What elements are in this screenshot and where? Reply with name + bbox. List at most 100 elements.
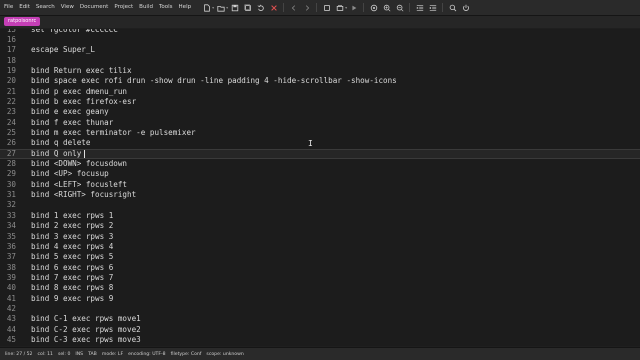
line-text[interactable]: bind Return exec tilix: [31, 66, 132, 76]
menu-view[interactable]: View: [58, 0, 77, 15]
zoom-out-icon[interactable]: [395, 3, 404, 12]
code-line[interactable]: 22 bind b exec firefox-esr: [0, 97, 640, 107]
save-icon[interactable]: [230, 3, 239, 12]
line-text[interactable]: bind f exec thunar: [31, 118, 113, 128]
menu-project[interactable]: Project: [111, 0, 136, 15]
code-line[interactable]: 44 bind C-2 exec rpws move2: [0, 325, 640, 335]
code-line[interactable]: 26 bind q delete: [0, 138, 640, 148]
save-all-icon[interactable]: [243, 3, 252, 12]
menu-file[interactable]: File: [0, 0, 16, 15]
line-text[interactable]: bind <RIGHT> focusright: [31, 190, 136, 200]
line-number: 24: [6, 117, 16, 127]
quit-icon[interactable]: [461, 3, 470, 12]
line-text[interactable]: bind space exec rofi drun -show drun -li…: [31, 76, 397, 86]
code-line[interactable]: 16: [0, 35, 640, 45]
code-line[interactable]: 29 bind <UP> focusup: [0, 169, 640, 179]
document-tab[interactable]: ratpoisonrc: [4, 17, 41, 26]
back-icon[interactable]: [289, 3, 298, 12]
line-text[interactable]: bind 7 exec rpws 7: [31, 273, 113, 283]
line-text[interactable]: bind 2 exec rpws 2: [31, 221, 113, 231]
compile-icon[interactable]: [322, 3, 331, 12]
open-file-icon[interactable]: [216, 3, 225, 12]
line-text[interactable]: bind <DOWN> focusdown: [31, 159, 127, 169]
line-text[interactable]: bind <UP> focusup: [31, 169, 109, 179]
code-line[interactable]: 33 bind 1 exec rpws 1: [0, 211, 640, 221]
code-line[interactable]: 36 bind 4 exec rpws 4: [0, 242, 640, 252]
code-line[interactable]: 45 bind C-3 exec rpws move3: [0, 335, 640, 345]
build-dropdown-icon[interactable]: ▾: [345, 5, 347, 10]
document-tab-bar: ratpoisonrc: [0, 16, 640, 28]
line-number: 39: [6, 272, 16, 282]
code-line[interactable]: 32: [0, 200, 640, 210]
search-icon[interactable]: [448, 3, 457, 12]
code-line[interactable]: 39 bind 7 exec rpws 7: [0, 273, 640, 283]
line-text[interactable]: bind e exec geany: [31, 107, 109, 117]
line-text[interactable]: bind m exec terminator -e pulsemixer: [31, 128, 196, 138]
zoom-in-icon[interactable]: [382, 3, 391, 12]
code-line[interactable]: 34 bind 2 exec rpws 2: [0, 221, 640, 231]
code-line[interactable]: 17 escape Super_L: [0, 45, 640, 55]
code-editor[interactable]: 15 set fgcolor #CCCCCC 16 17 escape Super_L 1…: [0, 29, 640, 346]
code-line[interactable]: 18: [0, 56, 640, 66]
menu-tools[interactable]: Tools: [156, 0, 176, 15]
menu-document[interactable]: Document: [77, 0, 112, 15]
line-text[interactable]: bind Q only: [31, 149, 81, 158]
menu-edit[interactable]: Edit: [16, 0, 33, 15]
line-text[interactable]: bind q delete: [31, 138, 90, 148]
run-icon[interactable]: [349, 3, 358, 12]
code-line[interactable]: 25 bind m exec terminator -e pulsemixer: [0, 128, 640, 138]
code-line[interactable]: 31 bind <RIGHT> focusright: [0, 190, 640, 200]
line-text[interactable]: escape Super_L: [31, 45, 95, 55]
menu-build[interactable]: Build: [136, 0, 156, 15]
code-line[interactable]: 24 bind f exec thunar: [0, 118, 640, 128]
status-column: col: 11: [37, 352, 53, 357]
revert-icon[interactable]: [256, 3, 265, 12]
current-code-line[interactable]: 27 bind Q only: [0, 148, 640, 160]
geany-window: File Edit Search View Document Project B…: [0, 0, 640, 360]
line-text[interactable]: bind 9 exec rpws 9: [31, 294, 113, 304]
toolbar-separator: [316, 3, 318, 12]
code-line[interactable]: 40 bind 8 exec rpws 8: [0, 283, 640, 293]
code-line[interactable]: 30 bind <LEFT> focusleft: [0, 180, 640, 190]
line-number: 22: [6, 96, 16, 106]
line-number: 38: [6, 262, 16, 272]
line-text[interactable]: bind 1 exec rpws 1: [31, 211, 113, 221]
build-icon[interactable]: [335, 3, 344, 12]
forward-icon[interactable]: [302, 3, 311, 12]
code-line[interactable]: 35 bind 3 exec rpws 3: [0, 232, 640, 242]
line-text[interactable]: bind 6 exec rpws 6: [31, 263, 113, 273]
code-line[interactable]: 38 bind 6 exec rpws 6: [0, 263, 640, 273]
unindent-icon[interactable]: [428, 3, 437, 12]
menu-search[interactable]: Search: [33, 0, 58, 15]
line-text[interactable]: bind C-2 exec rpws move2: [31, 325, 141, 335]
code-line[interactable]: 21 bind p exec dmenu_run: [0, 87, 640, 97]
line-text[interactable]: bind C-3 exec rpws move3: [31, 335, 141, 345]
line-number: 32: [6, 200, 16, 210]
menu-help[interactable]: Help: [176, 0, 195, 15]
new-file-dropdown-icon[interactable]: ▾: [212, 5, 214, 10]
code-line[interactable]: 41 bind 9 exec rpws 9: [0, 294, 640, 304]
indent-icon[interactable]: [415, 3, 424, 12]
line-number: 25: [6, 128, 16, 137]
code-line[interactable]: 28 bind <DOWN> focusdown: [0, 159, 640, 169]
new-file-icon[interactable]: [202, 3, 211, 12]
close-icon[interactable]: [269, 3, 278, 12]
line-number: 33: [6, 210, 16, 220]
code-line[interactable]: 37 bind 5 exec rpws 5: [0, 252, 640, 262]
code-line[interactable]: 42: [0, 304, 640, 314]
line-text[interactable]: bind 4 exec rpws 4: [31, 242, 113, 252]
code-line[interactable]: 19 bind Return exec tilix: [0, 66, 640, 76]
line-text[interactable]: bind b exec firefox-esr: [31, 97, 136, 107]
open-file-dropdown-icon[interactable]: ▾: [226, 5, 228, 10]
code-line[interactable]: 43 bind C-1 exec rpws move1: [0, 314, 640, 324]
code-line[interactable]: 23 bind e exec geany: [0, 107, 640, 117]
line-text[interactable]: bind C-1 exec rpws move1: [31, 314, 141, 324]
color-chooser-icon[interactable]: [369, 3, 378, 12]
line-text[interactable]: bind 5 exec rpws 5: [31, 252, 113, 262]
line-number: 19: [6, 65, 16, 75]
line-text[interactable]: bind p exec dmenu_run: [31, 87, 127, 97]
line-text[interactable]: bind 8 exec rpws 8: [31, 283, 113, 293]
code-line[interactable]: 20 bind space exec rofi drun -show drun -…: [0, 76, 640, 86]
line-text[interactable]: bind <LEFT> focusleft: [31, 180, 127, 190]
line-text[interactable]: bind 3 exec rpws 3: [31, 232, 113, 242]
